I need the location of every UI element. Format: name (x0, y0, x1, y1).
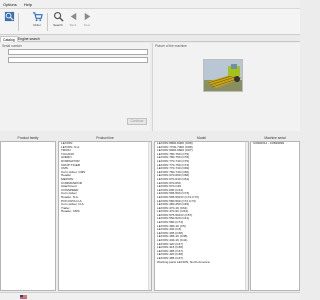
toolbar: Order Search Back Next (0, 9, 300, 35)
next-label: Next (83, 23, 91, 27)
serial-number-input[interactable] (8, 49, 148, 55)
us-flag-icon (20, 295, 27, 299)
machine-serial-list[interactable]: C0600011 - C0699999 (250, 141, 300, 291)
toolbar-separator (47, 13, 48, 31)
tab-engine-search[interactable]: Engine search (16, 36, 42, 42)
magnifier-icon (53, 11, 64, 22)
model-list[interactable]: LEXION 8800-8400 (C89) LEXION 7700-7400 (… (154, 141, 249, 291)
order-button[interactable]: Order (30, 11, 44, 33)
serial-number-input-2[interactable] (8, 57, 148, 63)
toolbar-separator (18, 13, 19, 31)
machine-serial-item[interactable]: C0600011 - C0699999 (251, 142, 299, 146)
menu-options[interactable]: Options (3, 2, 17, 7)
order-label: Order (33, 23, 41, 27)
product-line-list[interactable]: LEXION LEXION, N.A. TRION TUCANO AVERO DOMINA… (58, 141, 152, 291)
search-icon (4, 11, 14, 22)
search-button[interactable]: Search (51, 11, 65, 33)
continue-button[interactable]: Continue (127, 118, 147, 125)
search-label: Search (53, 23, 63, 27)
product-family-list[interactable] (0, 141, 56, 291)
menu-bar: Options Help (0, 0, 300, 9)
serial-number-label: Serial number (2, 44, 22, 48)
picture-label: Picture of the machine (155, 44, 187, 48)
status-bar (0, 292, 300, 300)
search-panel: Serial number Continue (0, 43, 150, 131)
next-button[interactable]: Next (80, 11, 94, 33)
arrow-right-icon (84, 12, 90, 21)
back-button[interactable]: Back (66, 11, 80, 33)
model-item[interactable]: Working parts LEXION, North America (155, 261, 248, 265)
cart-icon (32, 12, 43, 22)
machine-picture (203, 59, 243, 92)
menu-help[interactable]: Help (24, 2, 32, 7)
product-line-scrollbar[interactable] (148, 142, 151, 290)
arrow-left-icon (70, 12, 76, 21)
toolbar-search-button[interactable] (2, 11, 16, 33)
picture-panel: Picture of the machine (152, 43, 300, 131)
model-scrollbar[interactable] (245, 142, 248, 290)
product-line-item[interactable]: Header, CMS (59, 210, 151, 214)
tab-bar: Catalog Engine search (0, 35, 300, 42)
back-label: Back (69, 23, 77, 27)
